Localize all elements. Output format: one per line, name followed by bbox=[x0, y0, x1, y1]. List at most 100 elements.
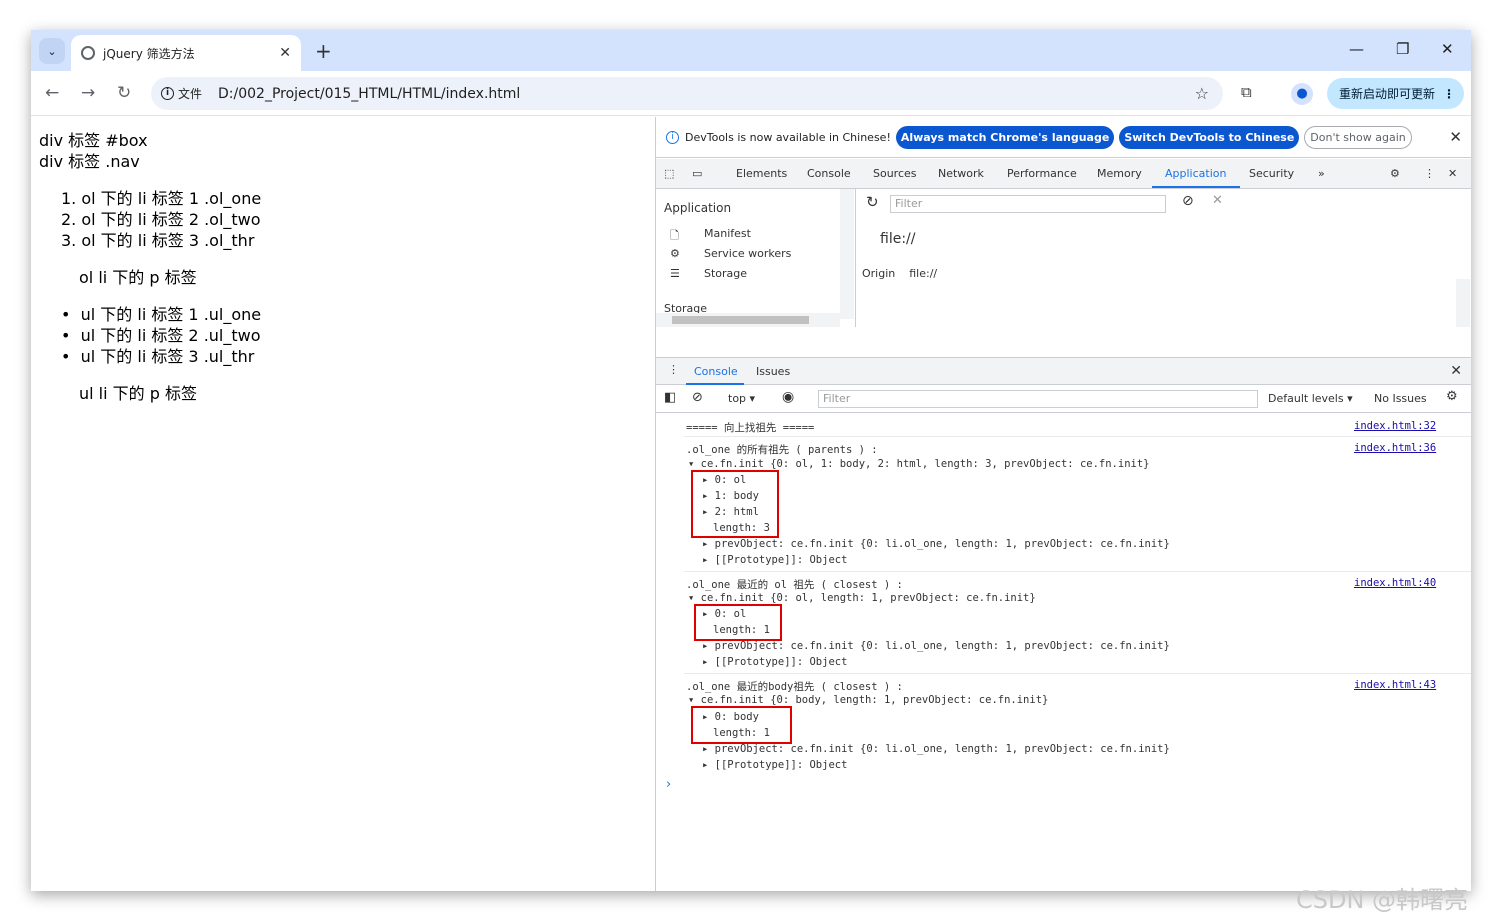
drawer-tabbar: ⋮ Console Issues ✕ bbox=[656, 357, 1471, 385]
console-filter-input[interactable]: Filter bbox=[818, 390, 1258, 408]
close-devtools-icon[interactable]: ✕ bbox=[1448, 167, 1457, 180]
sidebar-toggle-icon[interactable]: ◧ bbox=[664, 390, 676, 405]
prev-object-entry[interactable]: ▸ prevObject: ce.fn.init {0: li.ol_one, … bbox=[702, 743, 1170, 755]
prototype-entry[interactable]: ▸ [[Prototype]]: Object bbox=[702, 759, 847, 771]
source-link[interactable]: index.html:36 bbox=[1354, 442, 1436, 454]
prev-object-entry[interactable]: ▸ prevObject: ce.fn.init {0: li.ol_one, … bbox=[702, 538, 1170, 550]
clear-icon[interactable]: ⊘ bbox=[1182, 193, 1194, 209]
tab-strip: ⌄ jQuery 筛选方法 ✕ + — ❐ ✕ bbox=[31, 30, 1471, 71]
inspect-icon[interactable]: ⬚ bbox=[664, 167, 674, 180]
close-window-icon[interactable]: ✕ bbox=[1441, 40, 1454, 58]
div-nav-text: div 标签 .nav bbox=[39, 152, 140, 171]
restore-icon[interactable]: ❐ bbox=[1396, 40, 1409, 58]
app-filter-input[interactable]: Filter bbox=[890, 195, 1166, 213]
tab-sources[interactable]: Sources bbox=[873, 167, 917, 180]
always-match-button[interactable]: Always match Chrome's language bbox=[895, 125, 1115, 149]
close-drawer-icon[interactable]: ✕ bbox=[1450, 363, 1462, 379]
scroll-thumb[interactable] bbox=[672, 316, 809, 324]
extensions-icon[interactable]: ⧉ bbox=[1241, 83, 1252, 101]
log-separator bbox=[684, 673, 1471, 674]
info-icon: i bbox=[161, 87, 174, 100]
profile-avatar[interactable]: ● bbox=[1291, 83, 1313, 105]
drawer-tab-console[interactable]: Console bbox=[694, 365, 738, 378]
minimize-icon[interactable]: — bbox=[1349, 40, 1364, 58]
dont-show-button[interactable]: Don't show again bbox=[1304, 125, 1412, 149]
update-button[interactable]: 重新启动即可更新 ⋮ bbox=[1327, 78, 1464, 109]
switch-chinese-button[interactable]: Switch DevTools to Chinese bbox=[1119, 125, 1300, 149]
browser-toolbar: ← → ↻ i 文件 D:/002_Project/015_HTML/HTML/i… bbox=[31, 71, 1471, 116]
new-tab-button[interactable]: + bbox=[315, 39, 332, 63]
context-select[interactable]: top ▾ bbox=[728, 392, 755, 405]
application-heading: Application bbox=[664, 201, 732, 215]
device-toggle-icon[interactable]: ▭ bbox=[692, 167, 702, 180]
more-tabs-icon[interactable]: » bbox=[1318, 167, 1325, 180]
log-separator bbox=[684, 571, 1471, 572]
source-link[interactable]: index.html:43 bbox=[1354, 679, 1436, 691]
reload-icon[interactable]: ↻ bbox=[117, 83, 131, 103]
update-label: 重新启动即可更新 bbox=[1339, 87, 1436, 101]
eye-icon[interactable]: ◉ bbox=[782, 389, 794, 405]
menu-dots-icon[interactable]: ⋮ bbox=[1424, 167, 1435, 180]
watermark: CSDN @韩曙亮 bbox=[1296, 886, 1469, 914]
tab-performance[interactable]: Performance bbox=[1007, 167, 1077, 180]
menu-dots-icon[interactable]: ⋮ bbox=[1443, 87, 1455, 101]
console-settings-icon[interactable]: ⚙ bbox=[1446, 389, 1458, 404]
entry-text: prevObject: ce.fn.init {0: li.ol_one, le… bbox=[714, 743, 1170, 755]
close-tab-icon[interactable]: ✕ bbox=[279, 45, 291, 61]
devtools-panel: i DevTools is now available in Chinese! … bbox=[655, 117, 1471, 891]
drawer-tab-issues[interactable]: Issues bbox=[756, 365, 790, 378]
console-prompt-icon[interactable]: › bbox=[666, 777, 671, 792]
source-link[interactable]: index.html:40 bbox=[1354, 577, 1436, 589]
group3-title: .ol_one 最近的body祖先 ( closest ) : bbox=[686, 681, 903, 693]
tab-application[interactable]: Application bbox=[1165, 167, 1226, 180]
sidebar-item-manifest[interactable]: Manifest bbox=[704, 227, 751, 240]
sidebar-item-storage[interactable]: Storage bbox=[704, 267, 747, 280]
prototype-entry[interactable]: ▸ [[Prototype]]: Object bbox=[702, 554, 847, 566]
forward-icon[interactable]: → bbox=[81, 83, 95, 103]
issues-count[interactable]: No Issues bbox=[1374, 392, 1427, 405]
address-bar[interactable]: i 文件 D:/002_Project/015_HTML/HTML/index.h… bbox=[151, 77, 1223, 110]
back-icon[interactable]: ← bbox=[45, 83, 59, 103]
info-icon: i bbox=[666, 130, 679, 144]
default-levels-select[interactable]: Default levels ▾ bbox=[1268, 392, 1353, 405]
highlight-box bbox=[691, 470, 779, 538]
main-scrollbar[interactable] bbox=[1456, 279, 1470, 327]
delete-icon[interactable]: ✕ bbox=[1212, 193, 1223, 208]
settings-gear-icon[interactable]: ⚙ bbox=[1390, 167, 1400, 180]
refresh-icon[interactable]: ↻ bbox=[866, 193, 879, 211]
drawer-menu-icon[interactable]: ⋮ bbox=[668, 363, 679, 376]
active-tab-underline bbox=[1152, 186, 1240, 188]
origin-label: Origin bbox=[862, 267, 896, 280]
group2-summary[interactable]: ▾ ce.fn.init {0: ol, length: 1, prevObje… bbox=[688, 592, 1036, 604]
close-infobar-icon[interactable]: ✕ bbox=[1449, 128, 1462, 146]
sidebar-item-service-workers[interactable]: Service workers bbox=[704, 247, 791, 260]
origin-value: file:// bbox=[909, 267, 938, 280]
tab-security[interactable]: Security bbox=[1249, 167, 1294, 180]
group3-summary[interactable]: ▾ ce.fn.init {0: body, length: 1, prevOb… bbox=[688, 694, 1048, 706]
vertical-scrollbar[interactable] bbox=[840, 189, 854, 319]
prototype-entry[interactable]: ▸ [[Prototype]]: Object bbox=[702, 656, 847, 668]
page-content: div 标签 #box div 标签 .nav 1. ol 下的 li 标签 1… bbox=[31, 117, 655, 891]
group2-title: .ol_one 最近的 ol 祖先 ( closest ) : bbox=[686, 579, 903, 591]
horizontal-scrollbar[interactable] bbox=[656, 313, 840, 327]
source-link[interactable]: index.html:32 bbox=[1354, 420, 1436, 432]
tab-network[interactable]: Network bbox=[938, 167, 984, 180]
group1-summary[interactable]: ▾ ce.fn.init {0: ol, 1: body, 2: html, l… bbox=[688, 458, 1150, 470]
levels-label: Default levels bbox=[1268, 392, 1344, 405]
application-main: ↻ Filter ⊘ ✕ file:// Origin file:// bbox=[856, 189, 1471, 327]
tab-memory[interactable]: Memory bbox=[1097, 167, 1142, 180]
tab-console[interactable]: Console bbox=[807, 167, 851, 180]
tab-elements[interactable]: Elements bbox=[736, 167, 787, 180]
site-info-chip[interactable]: i 文件 bbox=[161, 85, 202, 102]
bookmark-star-icon[interactable]: ☆ bbox=[1195, 84, 1209, 103]
application-sidebar: Application 🗋 Manifest ⚙ Service workers… bbox=[656, 189, 856, 327]
ul-item: • ul 下的 li 标签 3 .ul_thr bbox=[61, 347, 255, 366]
prev-object-entry[interactable]: ▸ prevObject: ce.fn.init {0: li.ol_one, … bbox=[702, 640, 1170, 652]
clear-console-icon[interactable]: ⊘ bbox=[692, 390, 703, 405]
entry-text: [[Prototype]]: Object bbox=[714, 554, 848, 566]
devtools-tabs: ⬚ ▭ Elements Console Sources Network Per… bbox=[656, 159, 1471, 189]
tab-search-button[interactable]: ⌄ bbox=[39, 38, 65, 64]
address-text[interactable]: D:/002_Project/015_HTML/HTML/index.html bbox=[218, 86, 520, 102]
browser-tab[interactable]: jQuery 筛选方法 ✕ bbox=[71, 35, 301, 71]
entry-text: [[Prototype]]: Object bbox=[714, 759, 848, 771]
